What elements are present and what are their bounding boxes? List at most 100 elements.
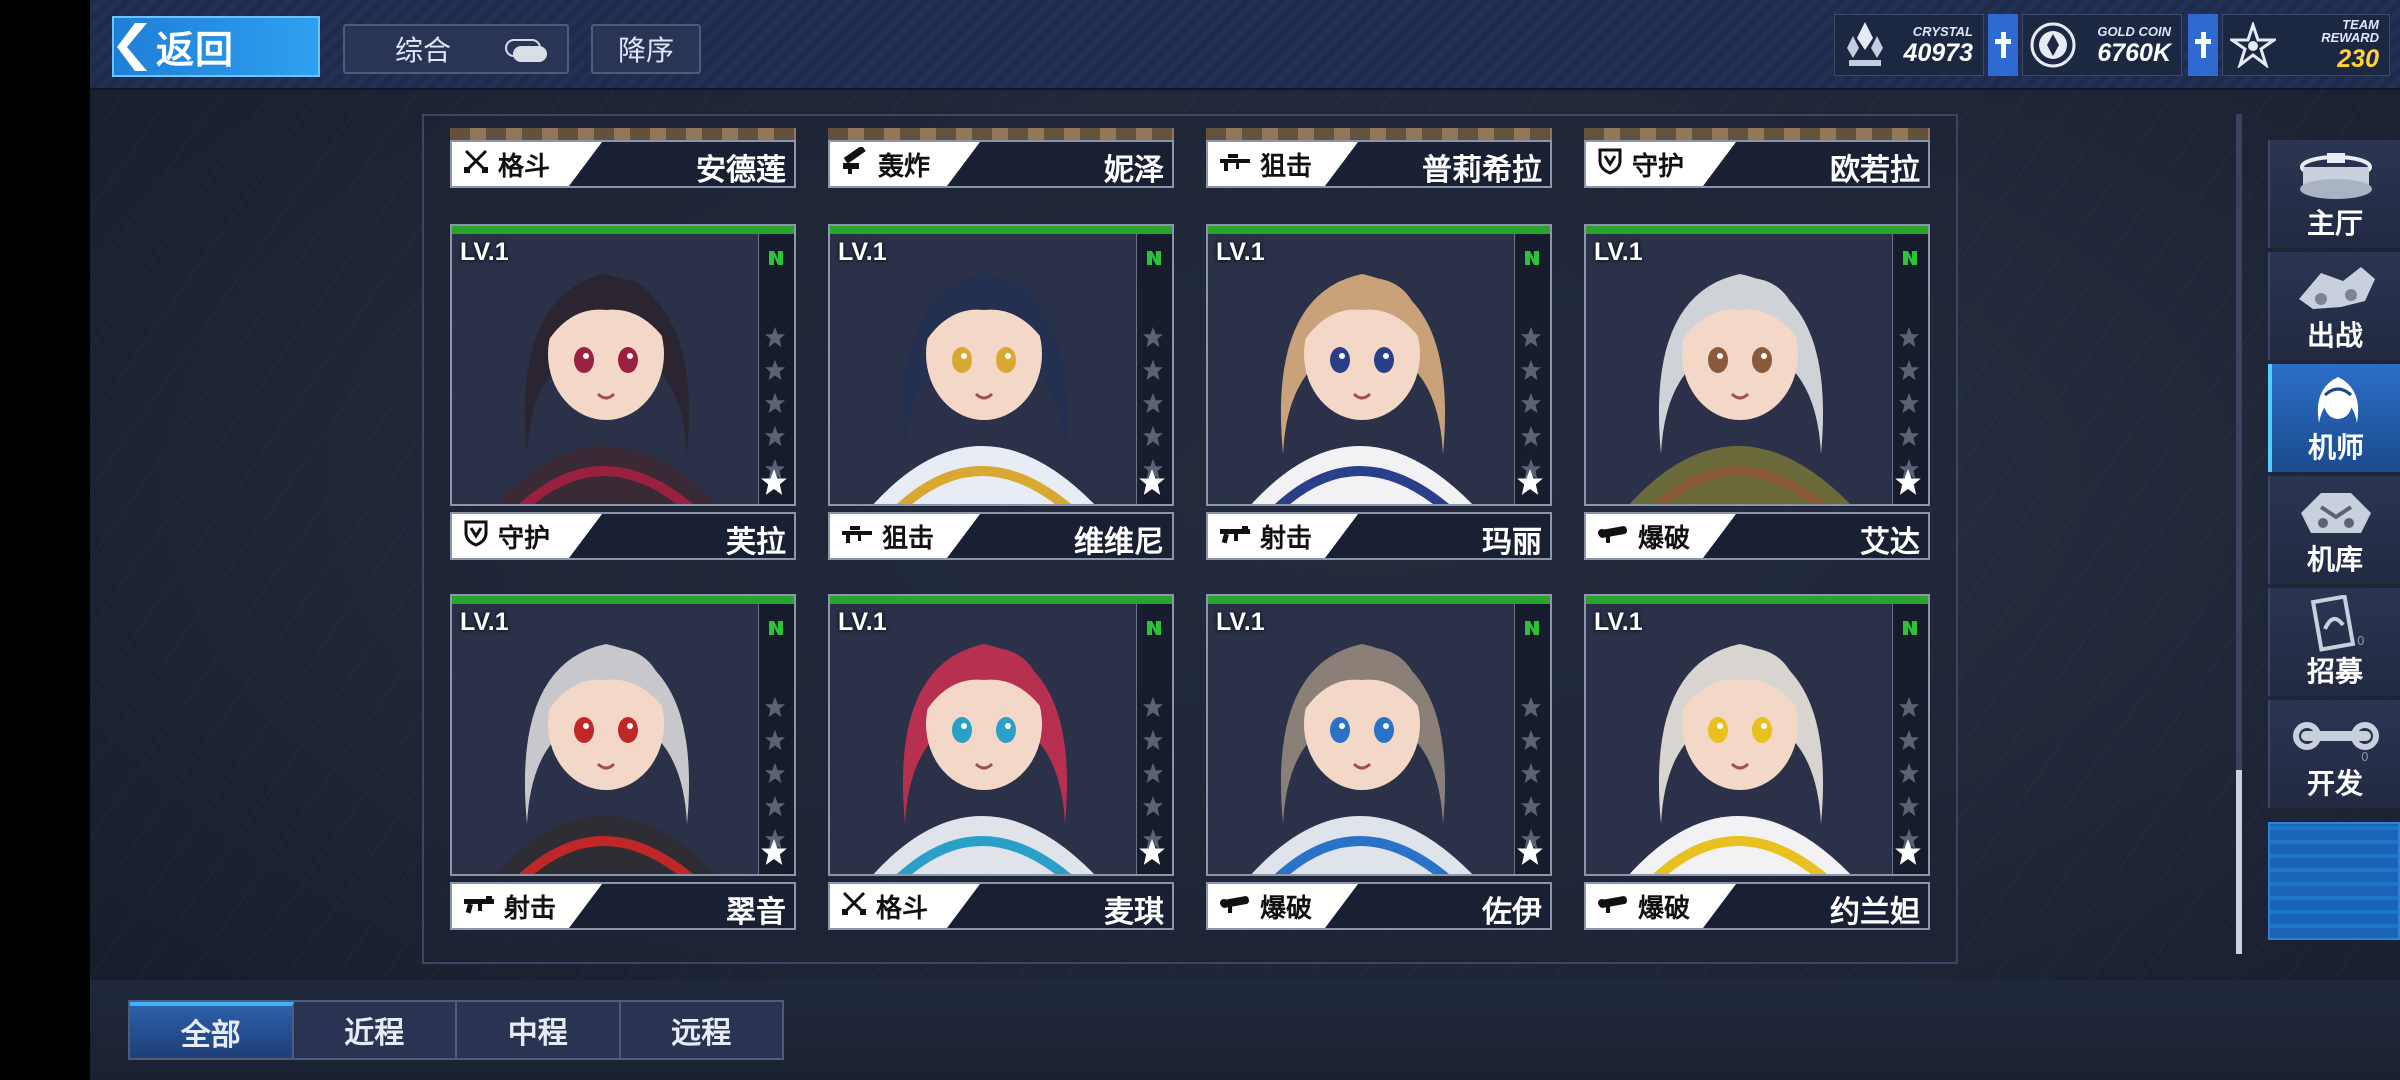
role-badge: 格斗 bbox=[830, 884, 980, 928]
empty-star-icon bbox=[764, 729, 786, 756]
sort-label: 综合 bbox=[395, 35, 452, 66]
rarity-n-icon bbox=[769, 621, 783, 635]
team-reward-value: 230 bbox=[2337, 45, 2379, 73]
tab-range-2[interactable]: 中程 bbox=[457, 1002, 621, 1058]
role-label: 守护 bbox=[1632, 150, 1685, 181]
add-crystal-button[interactable] bbox=[1988, 14, 2018, 76]
empty-star-icon bbox=[1898, 696, 1920, 723]
pilot-card-partial[interactable]: 轰炸 妮泽 bbox=[828, 128, 1174, 198]
nav-item-label: 主厅 bbox=[2306, 208, 2363, 239]
tab-range-1[interactable]: 近程 bbox=[294, 1002, 457, 1058]
nav-item-label: 招募 bbox=[2306, 656, 2363, 687]
rarity-n-icon bbox=[1525, 621, 1539, 635]
scrollbar[interactable] bbox=[2236, 114, 2242, 954]
pilot-art-frame: LV.1 bbox=[1584, 594, 1930, 876]
plus-icon bbox=[1995, 32, 2011, 58]
pilot-name: 妮泽 bbox=[1104, 154, 1164, 187]
gold-coin-counter: GOLD COIN 6760K bbox=[2022, 14, 2182, 76]
order-button[interactable]: 降序 bbox=[591, 24, 701, 74]
role-label: 爆破 bbox=[1638, 892, 1691, 923]
svg-text:0: 0 bbox=[2357, 634, 2365, 648]
empty-star-icon bbox=[1898, 359, 1920, 386]
pilot-level: LV.1 bbox=[838, 608, 887, 636]
empty-star-icon bbox=[1142, 425, 1164, 452]
nav-item-label: 机师 bbox=[2307, 432, 2364, 463]
empty-star-icon bbox=[764, 696, 786, 723]
nav-item-hall[interactable]: 主厅 bbox=[2268, 140, 2400, 248]
role-label: 格斗 bbox=[498, 150, 551, 181]
star-rating bbox=[1140, 326, 1166, 485]
rarity-n-icon bbox=[1147, 251, 1161, 265]
add-gold-button[interactable] bbox=[2188, 14, 2218, 76]
level-progress-bar bbox=[452, 596, 794, 604]
nav-item-sortie[interactable]: 出战 bbox=[2268, 252, 2400, 360]
rocket-launcher-icon bbox=[1596, 521, 1638, 552]
base-preview-button[interactable] bbox=[2268, 822, 2400, 940]
rarity-n-icon bbox=[1147, 621, 1161, 635]
star-rail bbox=[1136, 604, 1172, 874]
pilot-level: LV.1 bbox=[1216, 238, 1265, 266]
pilot-info-bar: 爆破 约兰妲 bbox=[1584, 882, 1930, 930]
star-rating bbox=[762, 696, 788, 855]
gold-coin-icon bbox=[2023, 15, 2083, 75]
rarity-n-icon bbox=[1525, 251, 1539, 265]
pilot-name: 欧若拉 bbox=[1830, 154, 1920, 187]
tab-range-0[interactable]: 全部 bbox=[130, 1002, 294, 1058]
rocket-launcher-icon bbox=[1218, 891, 1260, 922]
empty-star-icon bbox=[1520, 795, 1542, 822]
pilot-level: LV.1 bbox=[460, 238, 509, 266]
empty-star-icon bbox=[1142, 696, 1164, 723]
pilot-name: 维维尼 bbox=[1074, 526, 1164, 559]
pilot-level: LV.1 bbox=[1216, 608, 1265, 636]
pilot-grid: 格斗 安德莲 轰炸 妮泽 狙击 普莉希拉 守护 欧若拉 LV.1 守护 芙拉 LV.1 狙击 维维尼 LV… bbox=[422, 114, 1958, 964]
level-progress-bar bbox=[1208, 226, 1550, 234]
nav-item-label: 机库 bbox=[2306, 544, 2363, 575]
pilot-icon bbox=[2290, 370, 2386, 430]
side-nav: 主厅出战机师机库 0 招募 0 开发 bbox=[2268, 140, 2400, 940]
nav-item-develop-wrench[interactable]: 0 开发 bbox=[2268, 700, 2400, 808]
rarity-n-icon bbox=[1903, 251, 1917, 265]
pilot-art-frame: LV.1 bbox=[1584, 224, 1930, 506]
role-badge: 轰炸 bbox=[830, 142, 980, 186]
empty-star-icon bbox=[1142, 326, 1164, 353]
pilot-card-partial[interactable]: 守护 欧若拉 bbox=[1584, 128, 1930, 198]
pilot-name: 佐伊 bbox=[1482, 896, 1542, 929]
rocket-launcher-icon bbox=[1596, 891, 1638, 922]
role-label: 射击 bbox=[1260, 522, 1313, 553]
pilot-level: LV.1 bbox=[460, 608, 509, 636]
pilot-name: 普莉希拉 bbox=[1422, 154, 1542, 187]
empty-star-icon bbox=[1898, 795, 1920, 822]
pilot-info-bar: 射击 玛丽 bbox=[1206, 512, 1552, 560]
nav-item-pilot[interactable]: 机师 bbox=[2268, 364, 2400, 472]
shield-icon bbox=[462, 519, 498, 554]
pilot-name: 玛丽 bbox=[1482, 526, 1542, 559]
role-badge: 射击 bbox=[452, 884, 602, 928]
pilot-portrait bbox=[1208, 604, 1516, 874]
pilot-card-partial[interactable]: 格斗 安德莲 bbox=[450, 128, 796, 198]
pilot-portrait bbox=[1586, 604, 1894, 874]
level-progress-bar bbox=[1586, 596, 1928, 604]
tab-range-3[interactable]: 远程 bbox=[621, 1002, 783, 1058]
star-icon bbox=[1516, 468, 1544, 496]
empty-star-icon bbox=[1142, 762, 1164, 789]
empty-star-icon bbox=[1520, 359, 1542, 386]
role-badge: 射击 bbox=[1208, 514, 1358, 558]
pilot-card-partial[interactable]: 狙击 普莉希拉 bbox=[1206, 128, 1552, 198]
star-rail bbox=[1892, 234, 1928, 504]
empty-star-icon bbox=[1520, 326, 1542, 353]
crystal-counter: CRYSTAL 40973 bbox=[1834, 14, 1984, 76]
nav-item-recruit-card[interactable]: 0 招募 bbox=[2268, 588, 2400, 696]
empty-star-icon bbox=[764, 762, 786, 789]
pilot-name: 翠音 bbox=[726, 896, 786, 929]
empty-star-icon bbox=[764, 326, 786, 353]
star-icon bbox=[760, 468, 788, 496]
scrollbar-thumb[interactable] bbox=[2236, 770, 2242, 954]
back-button[interactable]: 返回 bbox=[112, 16, 320, 77]
order-label: 降序 bbox=[617, 35, 674, 66]
role-badge: 格斗 bbox=[452, 142, 602, 186]
game-screen: 返回 综合 降序 CRYSTAL 40973 GOLD COIN 6760K T… bbox=[90, 0, 2400, 1080]
pilot-info-bar: 射击 翠音 bbox=[450, 882, 796, 930]
level-progress-bar bbox=[830, 226, 1172, 234]
sort-dropdown[interactable]: 综合 bbox=[343, 24, 569, 74]
nav-item-hangar[interactable]: 机库 bbox=[2268, 476, 2400, 584]
